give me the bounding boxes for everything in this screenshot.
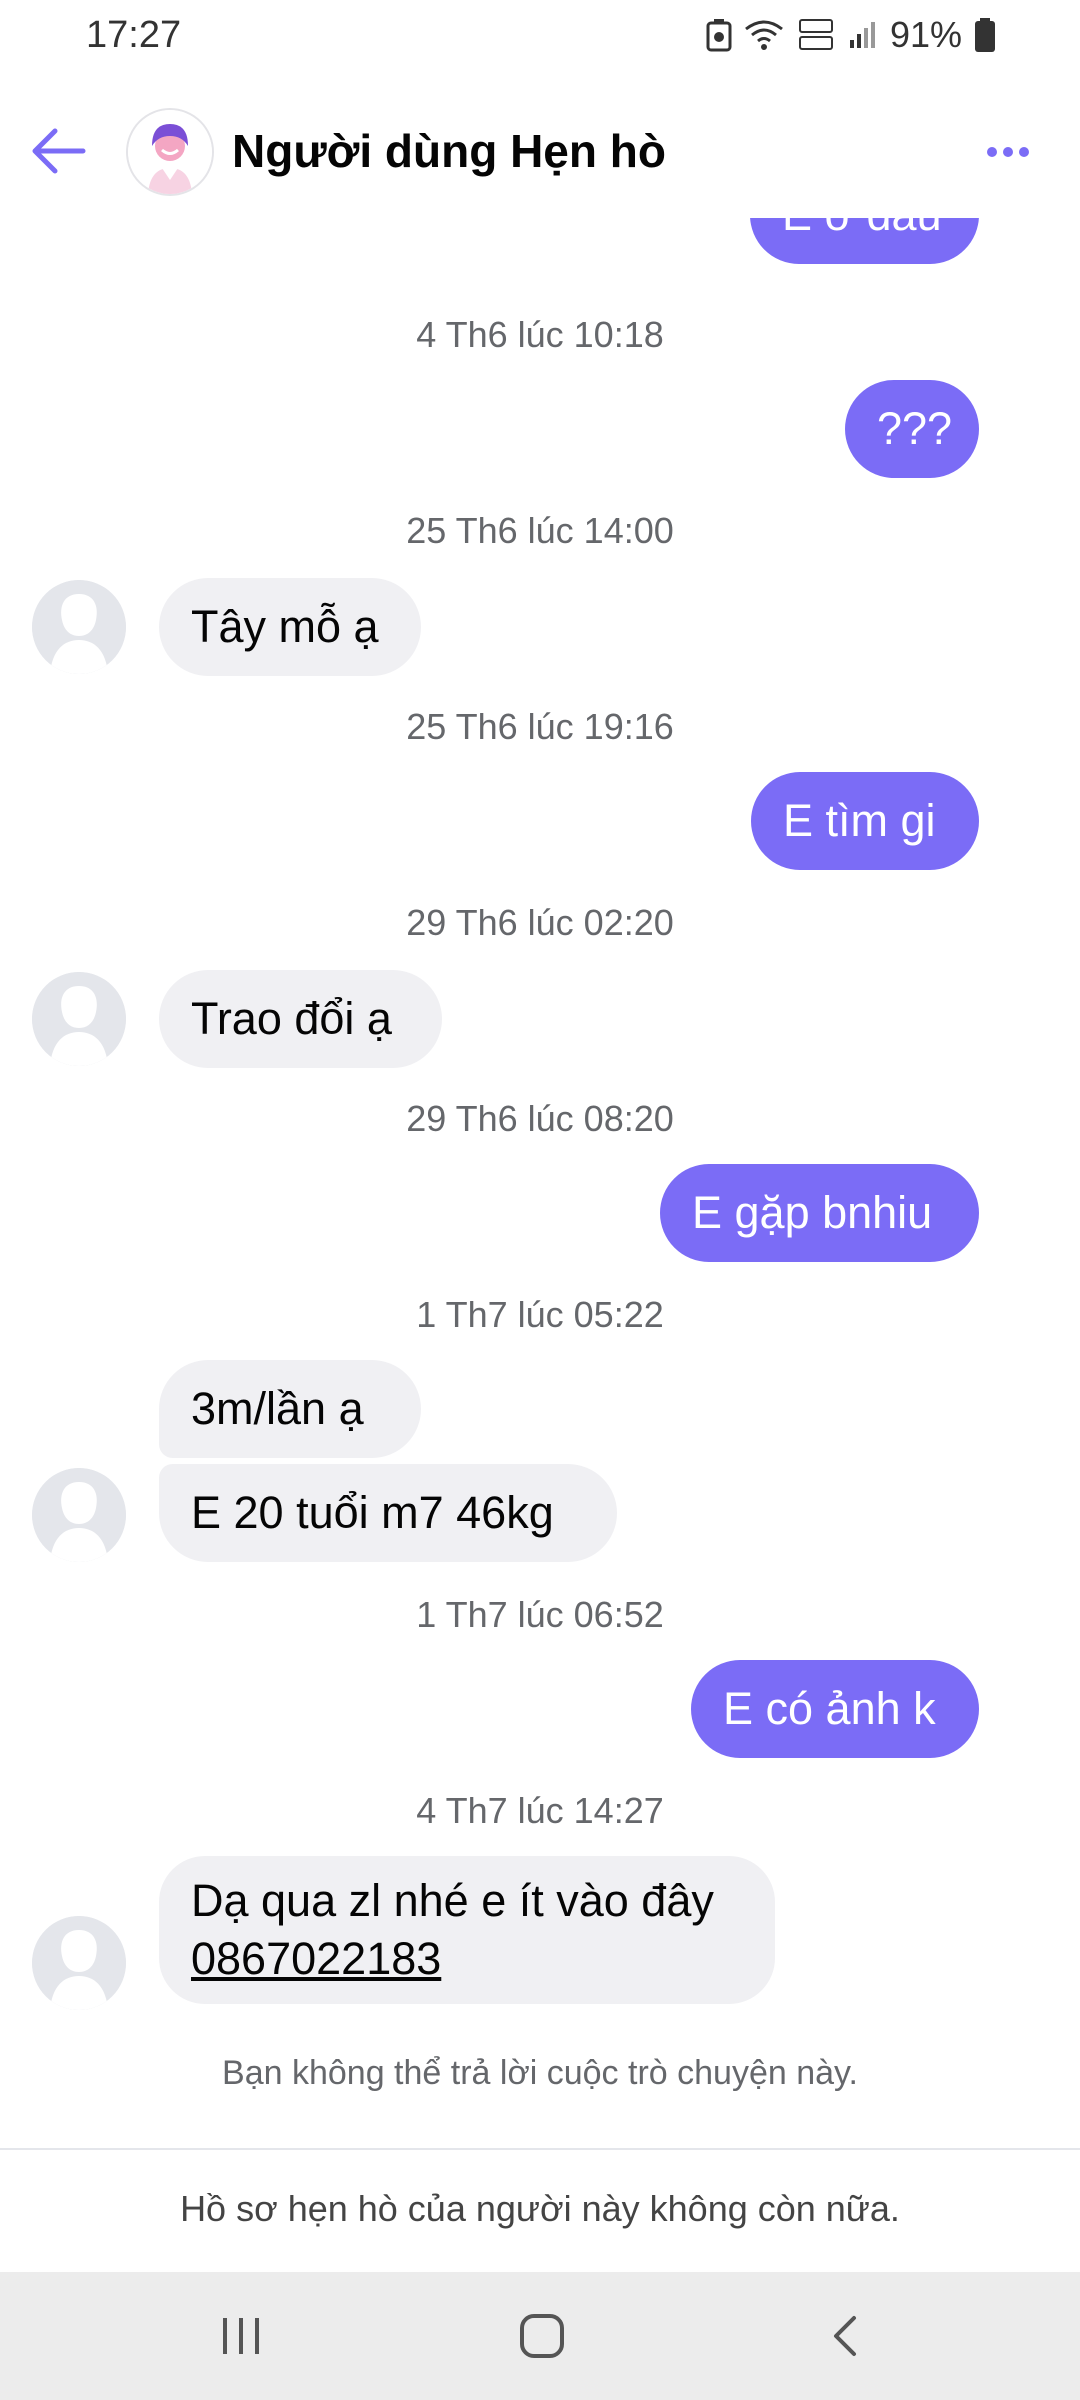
battery-saver-icon (706, 19, 732, 52)
timestamp: 4 Th6 lúc 10:18 (416, 314, 664, 355)
timestamp: 1 Th7 lúc 06:52 (416, 1594, 664, 1635)
battery-icon (975, 18, 995, 52)
sender-avatar[interactable] (32, 972, 126, 1066)
nav-back-icon (834, 2316, 856, 2356)
sender-avatar[interactable] (32, 1468, 126, 1562)
recents-button[interactable] (196, 2304, 286, 2368)
home-icon (520, 2314, 564, 2358)
home-button[interactable] (497, 2304, 587, 2368)
default-user-icon (32, 580, 126, 674)
incoming-message[interactable]: Tây mỗ ạ (159, 578, 421, 676)
wifi-icon (745, 20, 783, 50)
timestamp: 4 Th7 lúc 14:27 (416, 1790, 664, 1831)
divider (0, 2148, 1080, 2150)
message-list[interactable]: E ở đâu 4 Th6 lúc 10:18 ??? 25 Th6 lúc 1… (0, 218, 1080, 2148)
outgoing-message[interactable]: E có ảnh k (691, 1660, 979, 1758)
contact-avatar[interactable] (126, 108, 214, 196)
profile-unavailable-notice: Hồ sơ hẹn hò của người này không còn nữa… (180, 2188, 900, 2229)
sender-avatar[interactable] (32, 580, 126, 674)
timestamp: 1 Th7 lúc 05:22 (416, 1294, 664, 1335)
timestamp: 25 Th6 lúc 14:00 (406, 510, 674, 551)
incoming-message[interactable]: 3m/lần ạ (159, 1360, 421, 1458)
phone-number-link[interactable]: 0867022183 (191, 1930, 743, 1988)
battery-percent: 91% (889, 14, 962, 55)
more-dots-icon (987, 147, 1029, 157)
outgoing-message[interactable]: E ở đâu (750, 218, 979, 264)
recents-icon (223, 2318, 259, 2354)
volte-icon (798, 19, 833, 50)
outgoing-message[interactable]: E gặp bnhiu (660, 1164, 979, 1262)
dating-profile-avatar-icon (128, 110, 212, 194)
status-time: 17:27 (86, 14, 182, 56)
default-user-icon (32, 972, 126, 1066)
incoming-message[interactable]: Dạ qua zl nhé e ít vào đây 0867022183 (159, 1856, 775, 2004)
status-bar: 17:27 91% (0, 0, 1080, 78)
cannot-reply-notice: Bạn không thể trả lời cuộc trò chuyện nà… (222, 2054, 858, 2092)
default-user-icon (32, 1916, 126, 2010)
outgoing-message[interactable]: E tìm gi (751, 772, 979, 870)
timestamp: 25 Th6 lúc 19:16 (406, 706, 674, 747)
more-options-button[interactable] (976, 122, 1040, 182)
nav-back-button[interactable] (800, 2304, 890, 2368)
outgoing-message[interactable]: ??? (845, 380, 979, 478)
contact-name[interactable]: Người dùng Hẹn hò (232, 124, 666, 178)
signal-icon (849, 22, 875, 48)
sender-avatar[interactable] (32, 1916, 126, 2010)
back-button[interactable] (22, 116, 92, 186)
conversation-header: Người dùng Hẹn hò (0, 78, 1080, 218)
timestamp: 29 Th6 lúc 08:20 (406, 1098, 674, 1139)
back-arrow-icon (32, 128, 86, 174)
status-icons: 91% (706, 14, 996, 56)
default-user-icon (32, 1468, 126, 1562)
timestamp: 29 Th6 lúc 02:20 (406, 902, 674, 943)
message-text: Dạ qua zl nhé e ít vào đây (191, 1875, 714, 1926)
system-navigation-bar (0, 2272, 1080, 2400)
incoming-message[interactable]: Trao đổi ạ (159, 970, 442, 1068)
incoming-message[interactable]: E 20 tuổi m7 46kg (159, 1464, 617, 1562)
